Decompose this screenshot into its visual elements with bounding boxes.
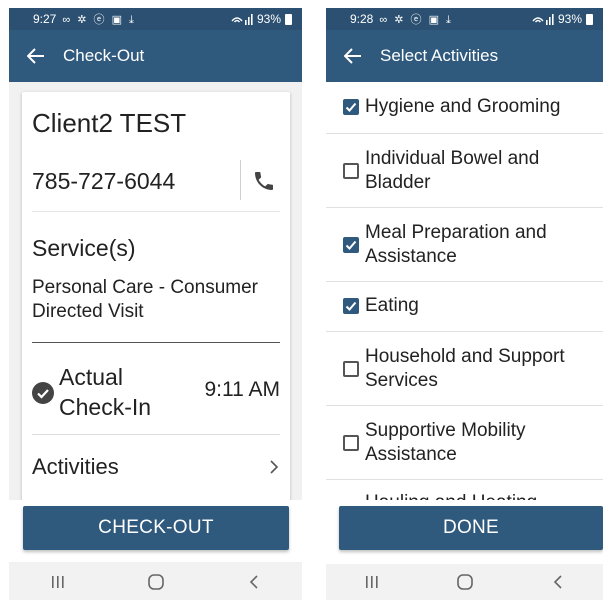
status-bar: 9:28 ∞ ✲ ⓔ ▣ ⤓ 93% — [326, 8, 603, 30]
activities-row[interactable]: Activities — [32, 442, 280, 492]
phone-row: 785-727-6044 — [32, 150, 280, 212]
activity-item[interactable]: Hygiene and Grooming — [326, 82, 603, 134]
checkbox-checked-icon[interactable] — [343, 99, 359, 115]
divider — [32, 342, 280, 343]
activity-item[interactable]: Household and Support Services — [326, 332, 603, 406]
services-label: Service(s) — [32, 235, 136, 261]
done-button[interactable]: DONE — [339, 506, 603, 550]
activity-label: Meal Preparation and Assistance — [365, 222, 547, 267]
back-arrow-icon — [27, 48, 44, 64]
chevron-right-icon — [270, 460, 279, 474]
back-nav-icon[interactable] — [551, 574, 565, 590]
back-arrow-icon — [344, 48, 361, 64]
page-title: Check-Out — [63, 46, 145, 65]
signal-icon — [231, 13, 253, 25]
activities-screen: 9:28 ∞ ✲ ⓔ ▣ ⤓ 93% Select Activities Hyg… — [326, 8, 603, 600]
checkin-row: Actual Check-In 9:11 AM — [32, 362, 280, 424]
checkbox-unchecked-icon[interactable] — [343, 435, 359, 451]
activity-label: Household and Support Services — [365, 346, 565, 391]
app-bar: Select Activities — [326, 30, 603, 82]
recent-apps-icon[interactable] — [50, 574, 66, 590]
battery-icon — [586, 13, 593, 25]
checkbox-unchecked-icon[interactable] — [343, 163, 359, 179]
notification-icons: ∞ ✲ ⓔ ▣ ⤓ — [379, 14, 453, 26]
battery-icon — [285, 13, 292, 25]
activity-item[interactable]: Eating — [326, 282, 603, 332]
activity-item[interactable]: Meal Preparation and Assistance — [326, 208, 603, 282]
android-nav-bar — [9, 564, 302, 600]
page-title: Select Activities — [380, 46, 499, 65]
recent-apps-icon[interactable] — [364, 574, 380, 590]
activities-list: Hygiene and Grooming Individual Bowel an… — [326, 82, 603, 500]
status-bar: 9:27 ∞ ✲ ⓔ ▣ ⤓ 93% — [9, 8, 302, 30]
activity-item[interactable]: Individual Bowel and Bladder — [326, 134, 603, 208]
client-name: Client2 TEST — [32, 108, 187, 138]
phone-number: 785-727-6044 — [32, 168, 176, 194]
android-nav-bar — [326, 564, 603, 600]
checkin-label: Actual Check-In — [59, 364, 152, 420]
battery-percent: 93% — [557, 12, 582, 26]
home-icon[interactable] — [147, 573, 165, 591]
check-circle-icon — [32, 382, 54, 404]
activity-item[interactable]: Supportive Mobility Assistance — [326, 406, 603, 480]
battery-percent: 93% — [256, 12, 281, 26]
back-nav-icon[interactable] — [247, 574, 261, 590]
activity-label: Supportive Mobility Assistance — [365, 420, 526, 465]
activity-label: Eating — [365, 295, 419, 316]
vertical-divider — [240, 160, 241, 200]
checkout-screen: 9:27 ∞ ✲ ⓔ ▣ ⤓ 93% Check-Out Client2 TES… — [9, 8, 302, 600]
status-time: 9:27 — [33, 12, 57, 26]
checkout-button[interactable]: CHECK-OUT — [23, 506, 289, 550]
activity-label: Individual Bowel and Bladder — [365, 148, 540, 193]
phone-icon[interactable] — [252, 169, 276, 193]
back-button[interactable] — [9, 48, 63, 64]
checkbox-unchecked-icon[interactable] — [343, 361, 359, 377]
activity-label-partial: Hauling and Heating — [365, 492, 537, 500]
home-icon[interactable] — [456, 573, 474, 591]
checkbox-checked-icon[interactable] — [343, 298, 359, 314]
visit-card: Client2 TEST 785-727-6044 Service(s) Per… — [22, 92, 290, 512]
checkbox-checked-icon[interactable] — [343, 237, 359, 253]
activities-label: Activities — [32, 454, 119, 479]
app-bar: Check-Out — [9, 30, 302, 82]
activity-label: Hygiene and Grooming — [365, 96, 561, 117]
checkin-time: 9:11 AM — [204, 378, 281, 401]
status-time: 9:28 — [350, 12, 374, 26]
divider — [32, 434, 280, 435]
notification-icons: ∞ ✲ ⓔ ▣ ⤓ — [62, 14, 136, 26]
back-button[interactable] — [326, 48, 380, 64]
service-name: Personal Care - Consumer Directed Visit — [32, 277, 258, 322]
signal-icon — [532, 13, 554, 25]
